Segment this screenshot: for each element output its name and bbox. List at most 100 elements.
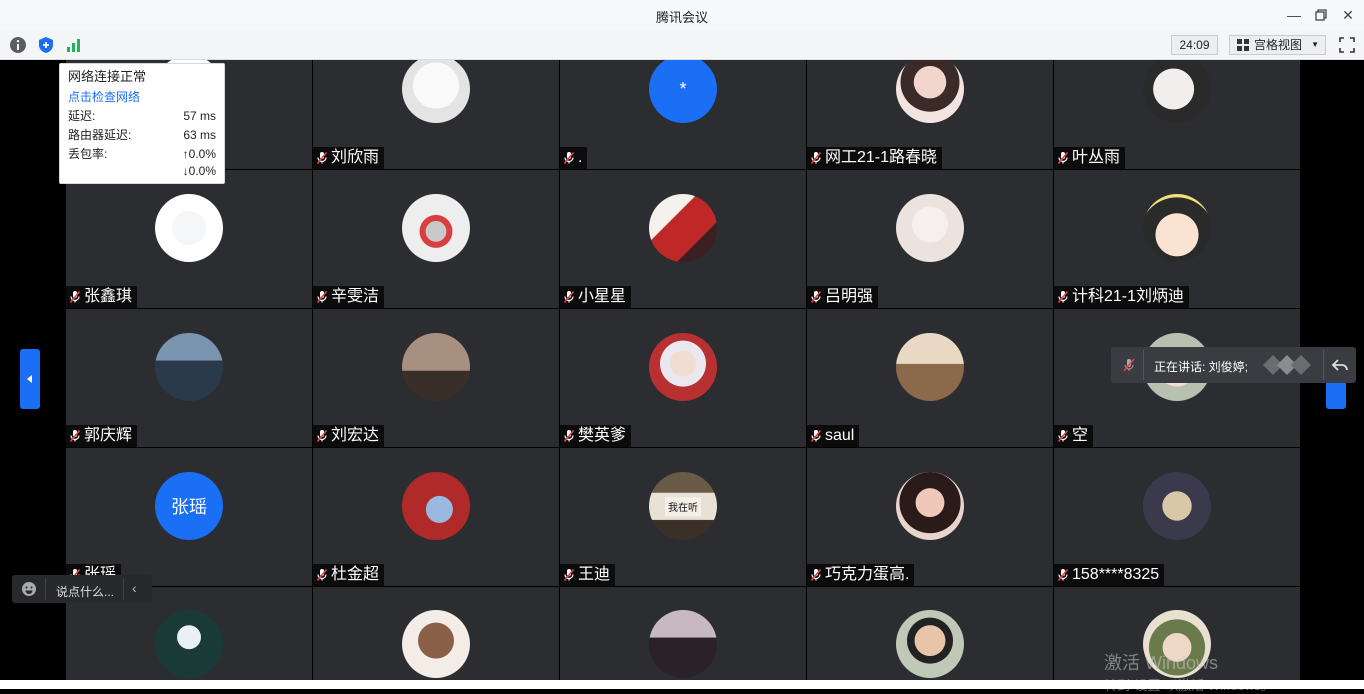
participant-name-tag: 小星星 [560,286,632,308]
avatar-text: 张瑶 [171,497,207,517]
participant-name-tag: 张鑫琪 [66,286,138,308]
mic-muted-icon [810,151,822,165]
participant-name-tag: 樊英爹 [560,425,632,447]
window-title: 腾讯会议 [655,10,708,25]
participant-tile[interactable] [560,587,806,689]
view-mode-dropdown[interactable]: 宫格视图 ▼ [1229,35,1326,55]
participant-tile[interactable]: 158****8325 [1054,448,1300,586]
participant-name-tag: saul [807,425,860,447]
speaking-indicator: 正在讲话: 刘俊婷; [1111,347,1356,383]
mic-muted-icon [316,151,328,165]
mic-muted-icon [316,568,328,582]
participant-name-tag: 巧克力蛋高. [807,564,915,586]
mic-muted-icon [316,429,328,443]
signal-strength-icon[interactable] [65,36,83,54]
participant-name-tag: 辛雯洁 [313,286,385,308]
fullscreen-icon[interactable] [1338,36,1356,54]
network-status-popup: 网络连接正常 点击检查网络 延迟: 57 ms 路由器延迟: 63 ms 丢包率: ↑… [59,63,225,184]
view-mode-label: 宫格视图 [1254,38,1303,52]
close-icon[interactable]: ✕ [1337,5,1359,25]
participant-tile[interactable]: 巧克力蛋高. [807,448,1053,586]
participant-name-tag: 吕明强 [807,286,879,308]
participant-name-tag: 网工21-1路春晓 [807,147,943,169]
participant-tile[interactable]: 计科21-1刘炳迪 [1054,170,1300,308]
participant-name-tag: 杜金超 [313,564,385,586]
minimize-icon[interactable]: — [1283,5,1305,25]
security-shield-icon[interactable] [37,36,55,54]
mic-muted-icon [1057,568,1069,582]
router-latency-value: 63 ms [183,128,216,142]
grid-view-icon [1237,39,1249,51]
avatar [155,610,223,678]
avatar [402,472,470,540]
participant-name: 辛雯洁 [331,288,380,305]
avatar [1143,194,1211,262]
latency-label: 延迟: [68,109,96,123]
mic-muted-icon [810,429,822,443]
participant-tile[interactable]: 小星星 [560,170,806,308]
avatar [649,333,717,401]
participant-tile[interactable]: *. [560,60,806,169]
participant-tile[interactable]: 张瑶张瑶 [66,448,312,586]
participant-tile[interactable]: saul [807,309,1053,447]
participant-name-tag: 王迪 [560,564,616,586]
chat-placeholder: 说点什么... [56,585,115,599]
participant-tile[interactable]: 郭庆辉 [66,309,312,447]
participant-name-tag: . [560,147,588,169]
avatar [1143,472,1211,540]
participant-name: 网工21-1路春晓 [825,149,938,166]
participant-tile[interactable]: 吕明强 [807,170,1053,308]
participant-name: 空 [1072,427,1089,444]
mic-muted-icon [1123,358,1135,372]
avatar [896,60,964,123]
participant-name-tag: 158****8325 [1054,564,1165,586]
participant-tile[interactable]: 刘欣雨 [313,60,559,169]
avatar: 张瑶 [155,472,223,540]
emoji-icon[interactable] [21,581,37,597]
participant-tile[interactable]: 网工21-1路春晓 [807,60,1053,169]
check-network-link[interactable]: 点击检查网络 [68,88,216,106]
participant-name-tag: 郭庆辉 [66,425,138,447]
prev-page-button[interactable] [20,349,40,409]
participant-tile[interactable]: 刘宏达 [313,309,559,447]
avatar: 我在听 [649,472,717,540]
title-bar: 腾讯会议 — ✕ [0,0,1364,30]
mic-muted-icon [69,290,81,304]
participant-name-tag: 刘宏达 [313,425,385,447]
participant-name: 吕明强 [825,288,874,305]
avatar [155,194,223,262]
participant-tile[interactable]: 张鑫琪 [66,170,312,308]
participant-name: saul [825,427,855,444]
participant-tile[interactable]: 樊英爹 [560,309,806,447]
chat-input-bar[interactable]: 说点什么... ‹ [12,575,152,603]
participant-tile[interactable]: 我在听王迪 [560,448,806,586]
participant-tile[interactable]: 杜金超 [313,448,559,586]
participant-tile[interactable] [807,587,1053,689]
participant-tile[interactable]: 辛雯洁 [313,170,559,308]
participant-name-tag: 叶丛雨 [1054,147,1126,169]
activation-watermark: 激活 Windows [1104,653,1219,673]
mic-muted-icon [1057,151,1069,165]
chevron-left-icon[interactable]: ‹ [132,580,137,596]
info-icon[interactable] [9,36,27,54]
packet-loss-label: 丢包率: [68,147,108,161]
participant-tile[interactable]: 叶丛雨 [1054,60,1300,169]
avatar [402,60,470,123]
participant-name: 王迪 [578,566,611,583]
avatar [155,333,223,401]
packet-loss-down: ↓0.0% [182,164,216,178]
mic-muted-icon [316,290,328,304]
mic-muted-icon [563,429,575,443]
avatar-text: * [679,78,687,99]
avatar [896,472,964,540]
restore-icon[interactable] [1310,5,1332,25]
speaking-wave-icon [1263,355,1311,375]
chevron-left-icon [27,375,32,383]
collapse-arrow-icon[interactable] [1331,356,1349,374]
participant-name: 樊英爹 [578,427,627,444]
mic-muted-icon [1057,290,1069,304]
participant-tile[interactable] [313,587,559,689]
participant-name: 小星星 [578,288,627,305]
participant-name: 刘宏达 [331,427,380,444]
network-status-text: 网络连接正常 [68,69,147,84]
